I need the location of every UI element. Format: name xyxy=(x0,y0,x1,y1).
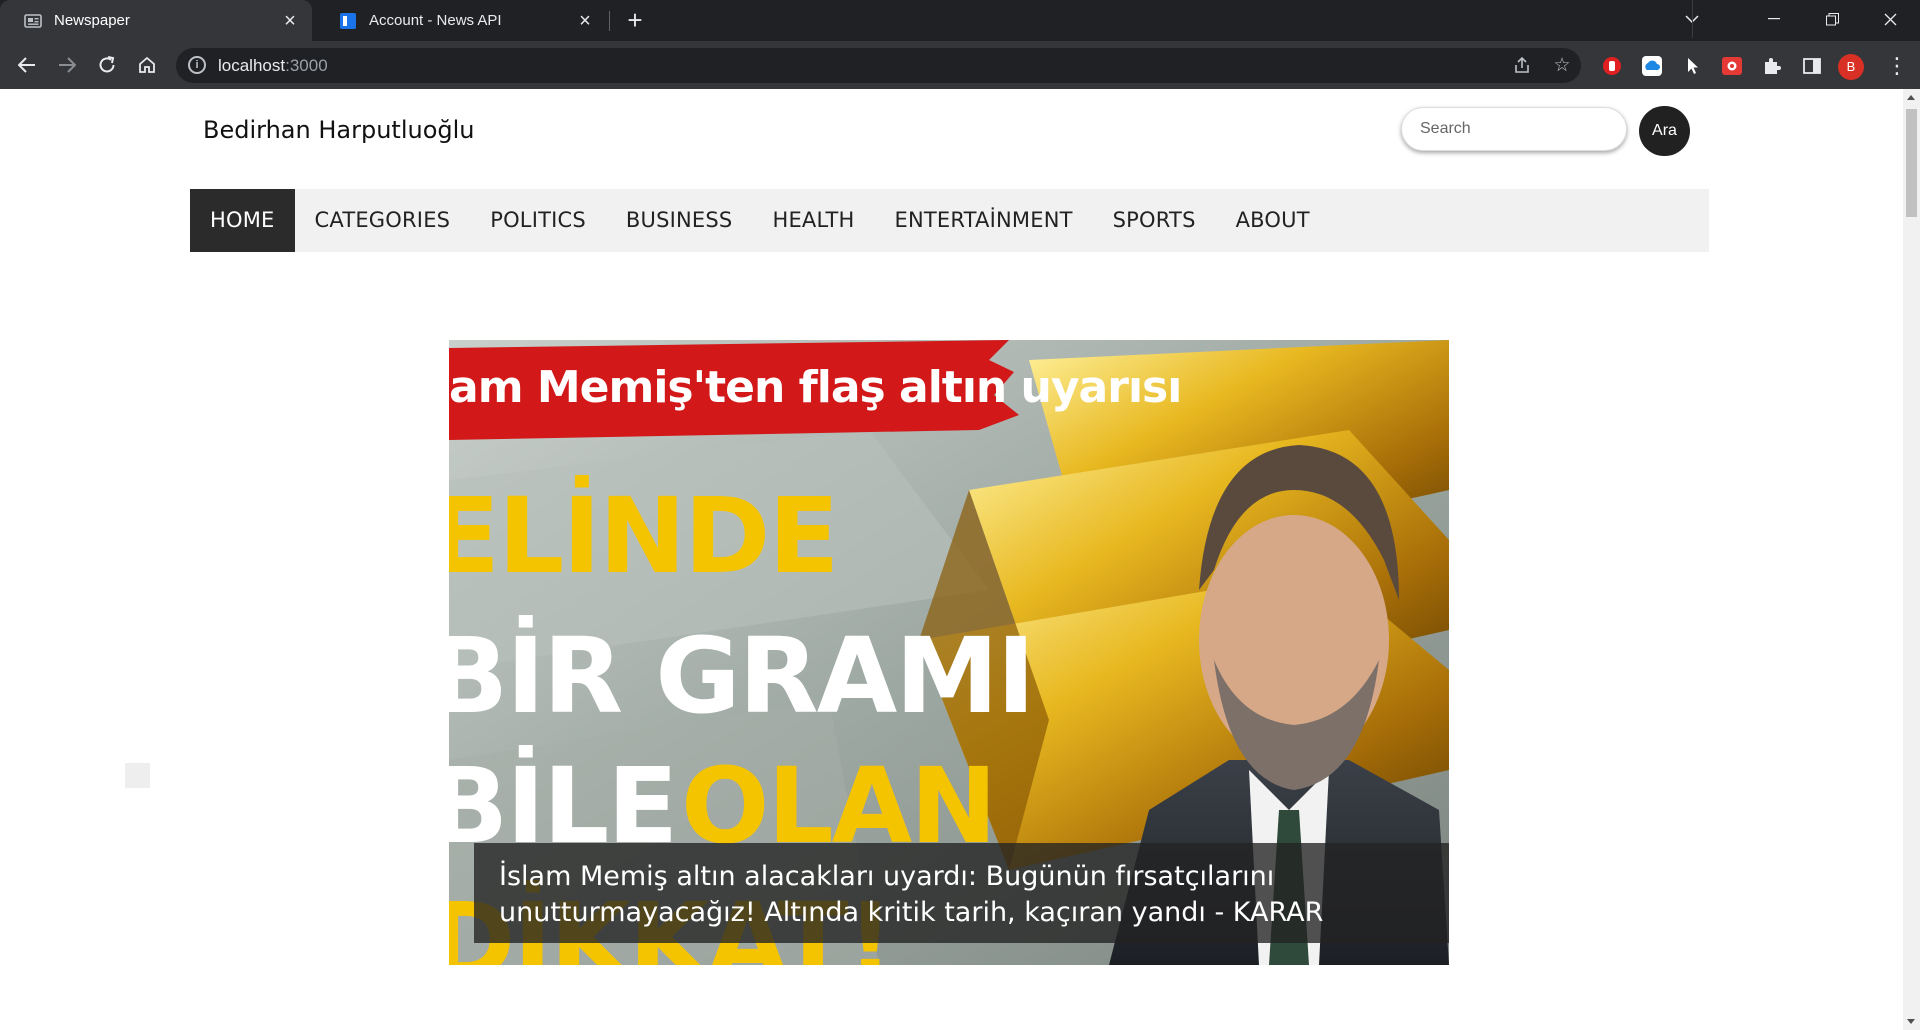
nav-entertainment[interactable]: ENTERTAİNMENT xyxy=(875,189,1093,252)
close-window-button[interactable] xyxy=(1861,0,1919,38)
nav-business[interactable]: BUSINESS xyxy=(606,189,753,252)
image-headline-banner: am Memiş'ten flaş altın uyarısı xyxy=(449,362,1182,413)
forward-button[interactable] xyxy=(51,49,83,81)
side-panel-icon[interactable] xyxy=(1801,55,1823,77)
tab-newspaper[interactable]: Newspaper × xyxy=(0,0,312,41)
home-button[interactable] xyxy=(131,49,163,81)
tab-account-news-api[interactable]: Account - News API × xyxy=(315,0,607,41)
nav-about[interactable]: ABOUT xyxy=(1216,189,1330,252)
nav-health[interactable]: HEALTH xyxy=(752,189,874,252)
page-scrollbar[interactable] xyxy=(1903,89,1920,1030)
featured-article[interactable]: am Memiş'ten flaş altın uyarısı ELİNDE B… xyxy=(449,340,1449,965)
carousel-prev-control[interactable] xyxy=(125,763,150,788)
scroll-up-icon[interactable] xyxy=(1907,95,1915,100)
newspaper-icon xyxy=(24,13,42,28)
screen-recorder-extension-icon[interactable] xyxy=(1721,55,1743,77)
restore-button[interactable] xyxy=(1803,0,1861,38)
reload-button[interactable] xyxy=(91,49,123,81)
bookmark-star-icon[interactable]: ☆ xyxy=(1552,56,1572,76)
share-icon[interactable] xyxy=(1512,56,1532,76)
minimize-button[interactable] xyxy=(1745,0,1803,38)
close-tab-icon[interactable]: × xyxy=(575,11,595,31)
page-viewport: Bedirhan Harputluoğlu Ara HOME CATEGORIE… xyxy=(0,89,1903,1030)
site-title[interactable]: Bedirhan Harputluoğlu xyxy=(203,116,475,144)
tab-title: Newspaper xyxy=(54,12,130,29)
profile-avatar[interactable]: B xyxy=(1838,54,1864,80)
search-button[interactable]: Ara xyxy=(1639,106,1690,156)
tab-separator xyxy=(609,11,610,31)
url-port: :3000 xyxy=(285,56,328,75)
tab-strip: Newspaper × Account - News API × + xyxy=(0,0,1920,41)
address-bar[interactable]: i localhost:3000 ☆ xyxy=(176,48,1581,83)
nav-sports[interactable]: SPORTS xyxy=(1093,189,1216,252)
newsapi-icon xyxy=(340,12,356,29)
cursor-extension-icon[interactable] xyxy=(1681,55,1703,77)
image-headline-line1: ELİNDE xyxy=(449,475,839,597)
browser-menu-icon[interactable]: ⋮ xyxy=(1886,53,1908,79)
scroll-down-icon[interactable] xyxy=(1907,1019,1915,1024)
new-tab-button[interactable]: + xyxy=(620,6,650,36)
nav-home[interactable]: HOME xyxy=(190,189,295,252)
main-navigation: HOME CATEGORIES POLITICS BUSINESS HEALTH… xyxy=(190,189,1709,252)
scrollbar-thumb[interactable] xyxy=(1906,109,1917,217)
tab-title: Account - News API xyxy=(369,12,502,29)
window-separator xyxy=(1692,0,1693,38)
cloud-extension-icon[interactable] xyxy=(1641,55,1663,77)
article-caption[interactable]: İslam Memiş altın alacakları uyardı: Bug… xyxy=(474,843,1449,943)
url-host: localhost xyxy=(218,56,286,75)
browser-toolbar: i localhost:3000 ☆ B ⋮ xyxy=(0,41,1920,89)
search-input[interactable] xyxy=(1401,107,1627,151)
extensions-puzzle-icon[interactable] xyxy=(1761,55,1783,77)
close-tab-icon[interactable]: × xyxy=(280,11,300,31)
address-url: localhost:3000 xyxy=(218,48,328,83)
nav-politics[interactable]: POLITICS xyxy=(470,189,606,252)
image-headline-line2: BİR GRAMI xyxy=(449,615,1035,737)
back-button[interactable] xyxy=(11,49,43,81)
site-info-icon[interactable]: i xyxy=(188,56,206,74)
adblock-extension-icon[interactable] xyxy=(1601,55,1623,77)
nav-categories[interactable]: CATEGORIES xyxy=(295,189,471,252)
